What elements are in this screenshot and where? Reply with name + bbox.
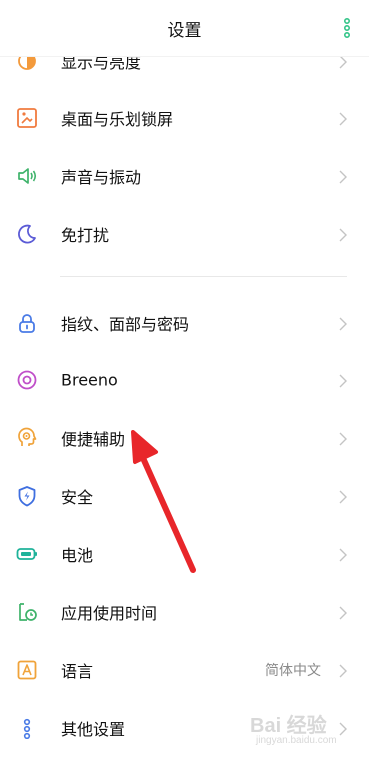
settings-item-do-not-disturb[interactable]: 免打扰 — [0, 205, 369, 263]
page-title: 设置 — [167, 21, 202, 41]
settings-item-label: 声音与振动 — [61, 168, 142, 187]
settings-item-security[interactable]: 安全 — [0, 467, 369, 525]
settings-item-label: 电池 — [61, 546, 94, 565]
shield-icon — [16, 485, 38, 507]
header-divider — [0, 56, 369, 57]
chevron-right-icon — [339, 111, 347, 126]
chevron-right-icon — [339, 431, 347, 446]
settings-item-fingerprint-face-password[interactable]: 指纹、面部与密码 — [0, 294, 369, 352]
language-icon — [16, 659, 38, 681]
settings-item-value: 简体中文 — [265, 663, 321, 679]
wallpaper-icon — [16, 107, 38, 129]
settings-item-label: 免打扰 — [61, 226, 110, 245]
settings-item-label: 桌面与乐划锁屏 — [61, 110, 174, 129]
watermark-line2: jingyan.baidu.com — [256, 735, 337, 746]
settings-item-sound[interactable]: 声音与振动 — [0, 147, 369, 205]
chevron-right-icon — [339, 169, 347, 184]
settings-item-label: 安全 — [61, 488, 94, 507]
settings-item-breeno[interactable]: Breeno — [0, 351, 369, 409]
other-settings-icon — [16, 717, 38, 740]
settings-item-app-usage-time[interactable]: 应用使用时间 — [0, 583, 369, 641]
vertical-dots-icon[interactable] — [341, 16, 353, 40]
battery-icon — [16, 543, 38, 565]
chevron-right-icon — [339, 605, 347, 620]
settings-item-label: Breeno — [61, 370, 118, 390]
app-header: 设置 — [0, 0, 369, 57]
settings-item-language[interactable]: 语言 简体中文 — [0, 641, 369, 699]
settings-item-label: 其他设置 — [61, 720, 126, 739]
watermark: Bai 经验 jingyan.baidu.com — [250, 705, 360, 750]
chevron-right-icon — [339, 663, 347, 678]
moon-icon — [16, 223, 38, 245]
settings-list: 显示与亮度 桌面与乐划锁屏 声音与振动 免打扰 指纹、面部与密码 Breeno … — [0, 0, 369, 761]
chevron-right-icon — [339, 316, 347, 331]
chevron-right-icon — [339, 227, 347, 242]
settings-item-label: 语言 — [61, 662, 94, 681]
chevron-right-icon — [339, 373, 347, 388]
accessibility-icon — [16, 427, 38, 449]
settings-item-label: 指纹、面部与密码 — [61, 315, 190, 334]
speaker-icon — [16, 165, 38, 187]
app-timer-icon — [16, 601, 38, 623]
watermark-line1: Bai 经验 — [250, 715, 327, 737]
settings-item-wallpaper[interactable]: 桌面与乐划锁屏 — [0, 89, 369, 147]
chevron-right-icon — [339, 489, 347, 504]
lock-icon — [16, 312, 38, 334]
chevron-right-icon — [339, 547, 347, 562]
settings-item-accessibility[interactable]: 便捷辅助 — [0, 409, 369, 467]
settings-item-label: 便捷辅助 — [61, 430, 126, 449]
section-divider — [60, 276, 347, 277]
settings-item-label: 应用使用时间 — [61, 604, 158, 623]
breeno-icon — [16, 369, 38, 391]
settings-item-battery[interactable]: 电池 — [0, 525, 369, 583]
